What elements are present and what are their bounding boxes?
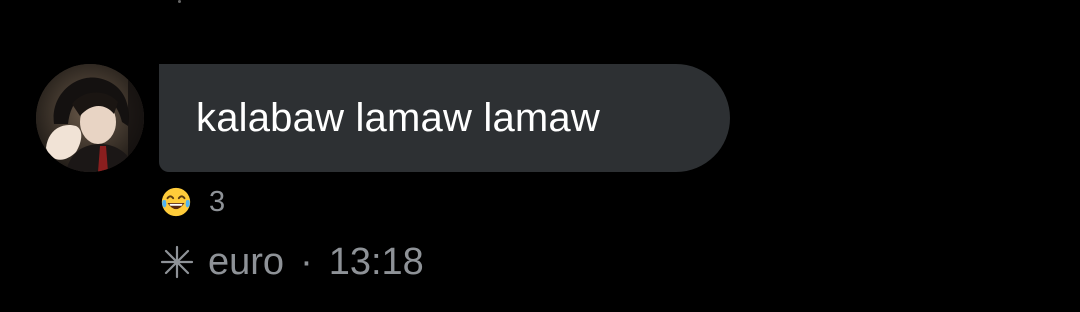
- avatar[interactable]: [36, 64, 144, 172]
- sparkle-icon: [160, 245, 194, 279]
- face-with-tears-of-joy-icon: [161, 187, 191, 217]
- message-bubble[interactable]: kalabaw lamaw lamaw: [159, 64, 730, 172]
- reaction-count: 3: [209, 185, 226, 218]
- message-text: kalabaw lamaw lamaw: [196, 96, 600, 140]
- author-name[interactable]: euro: [208, 243, 284, 281]
- message-timestamp: 13:18: [328, 241, 424, 283]
- scroll-indicator-dot: [178, 0, 181, 3]
- reaction-chip[interactable]: 3: [159, 184, 225, 220]
- meta-separator: ·: [300, 241, 313, 283]
- avatar-image: [36, 64, 144, 172]
- message-row: kalabaw lamaw lamaw: [36, 64, 756, 174]
- message-meta: euro · 13:18: [160, 240, 424, 284]
